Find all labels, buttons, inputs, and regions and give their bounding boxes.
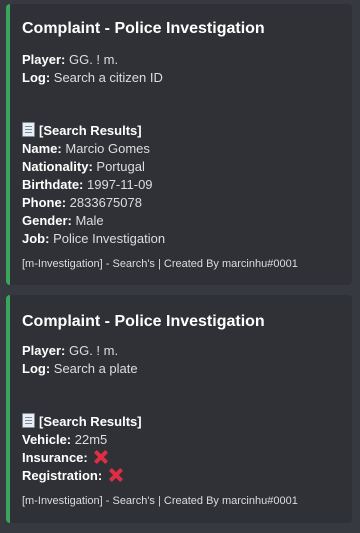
- log-line: Log: Search a plate: [22, 360, 138, 378]
- cross-mark-icon: [93, 449, 109, 465]
- log-value: Search a citizen ID: [50, 70, 163, 85]
- player-value: GG. ! m.: [65, 52, 119, 67]
- cross-mark-icon: [108, 467, 124, 483]
- field-value: 1997-11-09: [83, 177, 153, 192]
- embed-footer: [m-Investigation] - Search's | Created B…: [22, 258, 298, 270]
- field-registration: Registration:: [22, 467, 124, 485]
- field-label: Insurance:: [22, 450, 88, 465]
- embed-card-plate-search: Complaint - Police Investigation Player:…: [6, 295, 352, 523]
- embed-title: Complaint - Police Investigation: [22, 313, 265, 330]
- field-label: Job:: [22, 231, 50, 246]
- search-results-heading: [Search Results]: [22, 122, 142, 140]
- embed-card-citizen-search: Complaint - Police Investigation Player:…: [6, 4, 352, 285]
- field-value: Police Investigation: [49, 231, 166, 246]
- player-value: GG. ! m.: [65, 343, 119, 358]
- field-value: Marcio Gomes: [61, 141, 150, 156]
- log-label: Log:: [22, 361, 51, 376]
- field-value: [88, 450, 92, 465]
- page-facing-up-icon: [22, 413, 35, 428]
- field-value: 22m5: [71, 432, 108, 447]
- player-line: Player: GG. ! m.: [22, 342, 118, 360]
- field-label: Registration:: [22, 468, 103, 483]
- search-results-label: [Search Results]: [39, 123, 142, 138]
- field-gender: Gender: Male: [22, 212, 104, 230]
- log-label: Log:: [22, 70, 51, 85]
- field-label: Birthdate:: [22, 177, 84, 192]
- field-value: Portugal: [92, 159, 145, 174]
- field-label: Nationality:: [22, 159, 93, 174]
- player-label: Player:: [22, 52, 66, 67]
- field-value: 2833675078: [66, 195, 142, 210]
- field-phone: Phone: 2833675078: [22, 194, 142, 212]
- field-label: Phone:: [22, 195, 67, 210]
- field-label: Name:: [22, 141, 62, 156]
- player-line: Player: GG. ! m.: [22, 51, 118, 69]
- search-results-label: [Search Results]: [39, 414, 142, 429]
- log-value: Search a plate: [50, 361, 138, 376]
- log-line: Log: Search a citizen ID: [22, 69, 163, 87]
- player-label: Player:: [22, 343, 66, 358]
- field-label: Gender:: [22, 213, 72, 228]
- field-name: Name: Marcio Gomes: [22, 140, 150, 158]
- field-value: [102, 468, 106, 483]
- field-job: Job: Police Investigation: [22, 230, 165, 248]
- field-label: Vehicle:: [22, 432, 72, 447]
- field-value: Male: [71, 213, 104, 228]
- field-birthdate: Birthdate: 1997-11-09: [22, 176, 153, 194]
- field-insurance: Insurance:: [22, 449, 109, 467]
- page-facing-up-icon: [22, 122, 35, 137]
- field-nationality: Nationality: Portugal: [22, 158, 145, 176]
- embed-footer: [m-Investigation] - Search's | Created B…: [22, 495, 298, 507]
- field-vehicle: Vehicle: 22m5: [22, 431, 107, 449]
- embed-title: Complaint - Police Investigation: [22, 20, 265, 37]
- search-results-heading: [Search Results]: [22, 413, 142, 431]
